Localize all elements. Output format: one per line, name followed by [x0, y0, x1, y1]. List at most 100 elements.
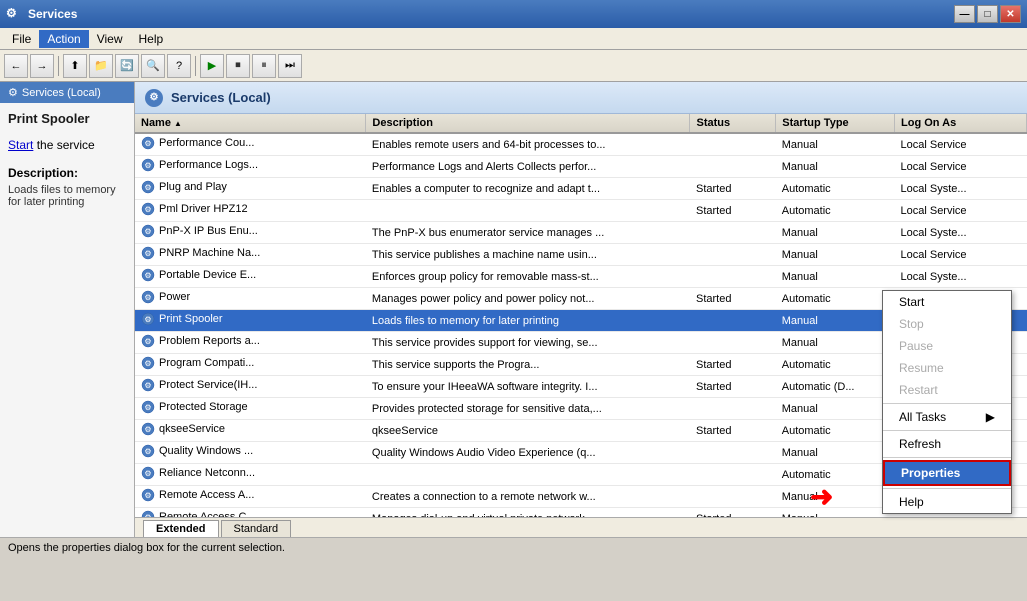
minimize-button[interactable]: —	[954, 5, 975, 23]
cell-logon: Local Syste...	[895, 266, 1027, 288]
menu-help[interactable]: Help	[131, 30, 172, 48]
ctx-item-all-tasks[interactable]: All Tasks▶	[883, 406, 1011, 428]
cell-name: ⚙ Performance Logs...	[135, 156, 366, 178]
cell-startup: Manual	[776, 266, 895, 288]
find-button[interactable]: 🔍	[141, 54, 165, 78]
svg-text:⚙: ⚙	[144, 227, 151, 236]
cell-status	[690, 266, 776, 288]
cell-logon: Local Service	[895, 133, 1027, 156]
forward-button[interactable]: →	[30, 54, 54, 78]
col-logon[interactable]: Log On As	[895, 114, 1027, 133]
ctx-label: Properties	[901, 466, 960, 480]
maximize-button[interactable]: □	[977, 5, 998, 23]
table-row[interactable]: ⚙ Pml Driver HPZ12 Started Automatic Loc…	[135, 200, 1027, 222]
stop-button[interactable]: ⏹	[226, 54, 250, 78]
table-row[interactable]: ⚙ Portable Device E... Enforces group po…	[135, 266, 1027, 288]
tab-extended[interactable]: Extended	[143, 520, 219, 537]
cell-status: Started	[690, 508, 776, 518]
cell-startup: Automatic	[776, 464, 895, 486]
ctx-label: All Tasks	[899, 410, 946, 424]
cell-startup: Automatic	[776, 354, 895, 376]
cell-desc: This service publishes a machine name us…	[366, 244, 690, 266]
col-startup[interactable]: Startup Type	[776, 114, 895, 133]
left-panel-header-text: Services (Local)	[22, 87, 101, 99]
table-row[interactable]: ⚙ Performance Logs... Performance Logs a…	[135, 156, 1027, 178]
col-status[interactable]: Status	[690, 114, 776, 133]
cell-startup: Automatic	[776, 288, 895, 310]
window-title: Services	[28, 7, 954, 21]
col-name[interactable]: Name ▲	[135, 114, 366, 133]
close-button[interactable]: ✕	[1000, 5, 1021, 23]
cell-name: ⚙ Remote Access A...	[135, 486, 366, 508]
play-button[interactable]: ▶	[200, 54, 224, 78]
menu-file[interactable]: File	[4, 30, 39, 48]
cell-name: ⚙ Remote Access C...	[135, 508, 366, 518]
svg-text:⚙: ⚙	[144, 491, 151, 500]
cell-status	[690, 244, 776, 266]
service-icon: ⚙	[141, 224, 155, 238]
service-icon: ⚙	[141, 290, 155, 304]
cell-desc	[366, 200, 690, 222]
svg-text:⚙: ⚙	[144, 425, 151, 434]
table-row[interactable]: ⚙ PnP-X IP Bus Enu... The PnP-X bus enum…	[135, 222, 1027, 244]
service-icon: ⚙	[141, 202, 155, 216]
restart-button[interactable]: ⏭	[278, 54, 302, 78]
svg-text:⚙: ⚙	[144, 271, 151, 280]
cell-status	[690, 310, 776, 332]
menu-action[interactable]: Action	[39, 30, 88, 48]
cell-desc: This service provides support for viewin…	[366, 332, 690, 354]
refresh-button[interactable]: 🔄	[115, 54, 139, 78]
svg-text:⚙: ⚙	[144, 337, 151, 346]
cell-name: ⚙ Problem Reports a...	[135, 332, 366, 354]
status-bar: Opens the properties dialog box for the …	[0, 537, 1027, 557]
cell-status	[690, 156, 776, 178]
menu-bar: File Action View Help	[0, 28, 1027, 50]
ctx-item-restart: Restart	[883, 379, 1011, 401]
service-icon: ⚙	[141, 378, 155, 392]
tab-standard[interactable]: Standard	[221, 520, 292, 537]
table-row[interactable]: ⚙ Performance Cou... Enables remote user…	[135, 133, 1027, 156]
ctx-item-properties[interactable]: Properties	[883, 460, 1011, 486]
ctx-item-refresh[interactable]: Refresh	[883, 433, 1011, 455]
cell-startup: Manual	[776, 133, 895, 156]
left-panel-header: ⚙ Services (Local)	[0, 82, 134, 103]
desc-text: Loads files to memory for later printing	[8, 184, 126, 208]
svg-text:⚙: ⚙	[144, 359, 151, 368]
ctx-item-help[interactable]: Help	[883, 491, 1011, 513]
cell-name: ⚙ Power	[135, 288, 366, 310]
cell-desc: Quality Windows Audio Video Experience (…	[366, 442, 690, 464]
cell-name: ⚙ Reliance Netconn...	[135, 464, 366, 486]
table-row[interactable]: ⚙ PNRP Machine Na... This service publis…	[135, 244, 1027, 266]
service-icon: ⚙	[141, 510, 155, 517]
svg-text:⚙: ⚙	[144, 161, 151, 170]
service-title: Print Spooler	[8, 111, 126, 126]
start-service-link[interactable]: Start	[8, 138, 33, 152]
cell-desc: Creates a connection to a remote network…	[366, 486, 690, 508]
ctx-item-start[interactable]: Start	[883, 291, 1011, 313]
tab-bar: Extended Standard	[135, 517, 1027, 537]
menu-view[interactable]: View	[89, 30, 131, 48]
pause-button[interactable]: ⏸	[252, 54, 276, 78]
cell-name: ⚙ Plug and Play	[135, 178, 366, 200]
col-desc[interactable]: Description	[366, 114, 690, 133]
help-button[interactable]: ?	[167, 54, 191, 78]
ctx-separator	[883, 430, 1011, 431]
svg-text:⚙: ⚙	[144, 315, 151, 324]
cell-desc: Provides protected storage for sensitive…	[366, 398, 690, 420]
table-header-row: Name ▲ Description Status Startup Type L…	[135, 114, 1027, 133]
cell-startup: Manual	[776, 244, 895, 266]
up-button[interactable]: ⬆	[63, 54, 87, 78]
services-icon: ⚙	[145, 89, 163, 107]
title-bar: ⚙ Services — □ ✕	[0, 0, 1027, 28]
status-text: Opens the properties dialog box for the …	[8, 542, 285, 554]
cell-name: ⚙ Quality Windows ...	[135, 442, 366, 464]
back-button[interactable]: ←	[4, 54, 28, 78]
cell-status: Started	[690, 178, 776, 200]
link-suffix: the service	[37, 138, 95, 152]
folder-button[interactable]: 📁	[89, 54, 113, 78]
cell-status: Started	[690, 288, 776, 310]
cell-desc: Enforces group policy for removable mass…	[366, 266, 690, 288]
table-row[interactable]: ⚙ Plug and Play Enables a computer to re…	[135, 178, 1027, 200]
svg-text:⚙: ⚙	[144, 139, 151, 148]
cell-logon: Local Service	[895, 244, 1027, 266]
